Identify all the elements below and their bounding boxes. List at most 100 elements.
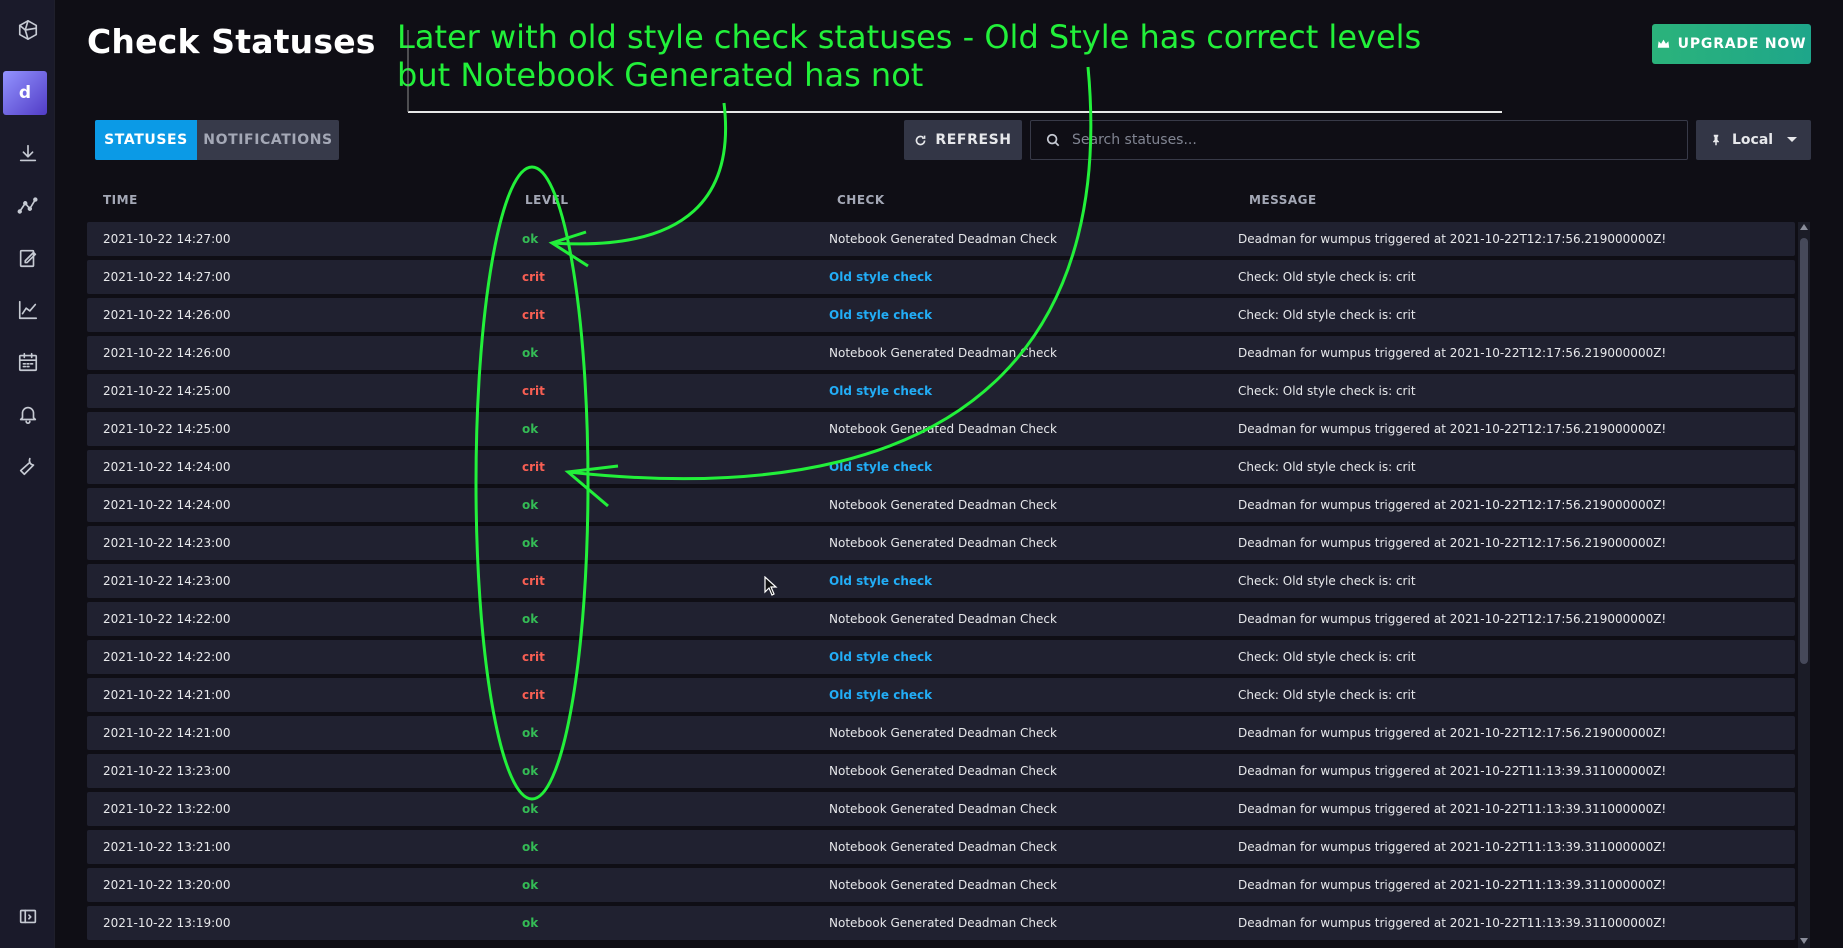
check-link[interactable]: Old style check (829, 270, 932, 284)
status-time: 2021-10-22 14:25:00 (103, 384, 231, 398)
status-message: Deadman for wumpus triggered at 2021-10-… (1238, 802, 1667, 816)
crown-icon (1657, 39, 1669, 48)
status-time: 2021-10-22 14:21:00 (103, 726, 231, 740)
scroll-down-arrow[interactable] (1800, 938, 1808, 944)
status-level: crit (522, 308, 545, 322)
search-icon (1046, 133, 1060, 147)
status-time: 2021-10-22 13:23:00 (103, 764, 231, 778)
status-level: crit (522, 384, 545, 398)
collapse-icon[interactable] (0, 892, 55, 940)
statuses-table: 2021-10-22 14:27:00 ok Notebook Generated … (87, 222, 1795, 948)
table-row: 2021-10-22 14:27:00 crit Old style check Ch… (87, 260, 1795, 294)
table-row: 2021-10-22 14:24:00 crit Old style check Ch… (87, 450, 1795, 484)
search-box (1030, 120, 1688, 160)
check-link[interactable]: Old style check (829, 688, 932, 702)
settings-icon[interactable] (0, 442, 55, 490)
table-row: 2021-10-22 14:26:00 ok Notebook Generated … (87, 336, 1795, 370)
upgrade-label: UPGRADE NOW (1677, 36, 1807, 52)
check-name: Notebook Generated Deadman Check (829, 536, 1057, 550)
status-level: ok (522, 840, 539, 854)
check-link[interactable]: Old style check (829, 308, 932, 322)
check-name: Notebook Generated Deadman Check (829, 422, 1057, 436)
scrollbar[interactable] (1798, 222, 1810, 948)
dashboards-icon[interactable] (0, 286, 55, 334)
annotation-line-1: Later with old style check statuses - Ol… (397, 18, 1422, 56)
tasks-icon[interactable] (0, 338, 55, 386)
chevron-down-icon (1787, 137, 1797, 142)
tab-statuses[interactable]: STATUSES (95, 120, 197, 160)
status-time: 2021-10-22 14:22:00 (103, 612, 231, 626)
check-link[interactable]: Old style check (829, 384, 932, 398)
status-message: Deadman for wumpus triggered at 2021-10-… (1238, 726, 1667, 740)
table-row: 2021-10-22 14:25:00 crit Old style check Ch… (87, 374, 1795, 408)
check-name: Notebook Generated Deadman Check (829, 878, 1057, 892)
load-data-icon[interactable] (0, 130, 55, 178)
status-time: 2021-10-22 14:23:00 (103, 574, 231, 588)
annotation-line-2: but Notebook Generated has not (397, 56, 924, 94)
status-message: Check: Old style check is: crit (1238, 384, 1416, 398)
tab-notifications[interactable]: NOTIFICATIONS (197, 120, 339, 160)
page-title: Check Statuses (87, 22, 376, 61)
status-time: 2021-10-22 14:22:00 (103, 650, 231, 664)
status-level: ok (522, 764, 539, 778)
status-level: ok (522, 802, 539, 816)
check-link[interactable]: Old style check (829, 460, 932, 474)
sidebar: d (0, 0, 55, 948)
status-level: ok (522, 878, 539, 892)
status-message: Deadman for wumpus triggered at 2021-10-… (1238, 612, 1667, 626)
status-message: Deadman for wumpus triggered at 2021-10-… (1238, 232, 1667, 246)
status-message: Check: Old style check is: crit (1238, 688, 1416, 702)
column-header-time[interactable]: TIME (103, 193, 138, 207)
check-link[interactable]: Old style check (829, 574, 932, 588)
status-level: ok (522, 536, 539, 550)
pin-icon (1713, 134, 1719, 146)
notebooks-icon[interactable] (0, 234, 55, 282)
column-header-level[interactable]: LEVEL (525, 193, 568, 207)
check-link[interactable]: Old style check (829, 650, 932, 664)
status-level: ok (522, 916, 539, 930)
status-level: crit (522, 574, 545, 588)
status-level: ok (522, 422, 539, 436)
timezone-label: Local (1732, 132, 1774, 148)
column-header-check[interactable]: CHECK (837, 193, 885, 207)
table-row: 2021-10-22 14:22:00 crit Old style check Ch… (87, 640, 1795, 674)
status-message: Check: Old style check is: crit (1238, 574, 1416, 588)
check-name: Notebook Generated Deadman Check (829, 802, 1057, 816)
upgrade-now-button[interactable]: UPGRADE NOW (1652, 24, 1811, 64)
status-level: crit (522, 270, 545, 284)
refresh-button[interactable]: REFRESH (904, 120, 1022, 160)
refresh-icon (916, 135, 926, 145)
check-name: Notebook Generated Deadman Check (829, 840, 1057, 854)
table-row: 2021-10-22 13:21:00 ok Notebook Generated … (87, 830, 1795, 864)
scroll-thumb[interactable] (1800, 238, 1808, 664)
status-time: 2021-10-22 13:19:00 (103, 916, 231, 930)
column-header-message[interactable]: MESSAGE (1249, 193, 1317, 207)
status-time: 2021-10-22 13:20:00 (103, 878, 231, 892)
table-row: 2021-10-22 14:24:00 ok Notebook Generated … (87, 488, 1795, 522)
logo-icon[interactable] (0, 6, 55, 54)
search-input[interactable] (1072, 132, 1672, 148)
status-message: Check: Old style check is: crit (1238, 460, 1416, 474)
table-row: 2021-10-22 14:22:00 ok Notebook Generated … (87, 602, 1795, 636)
check-name: Notebook Generated Deadman Check (829, 916, 1057, 930)
status-time: 2021-10-22 13:22:00 (103, 802, 231, 816)
scroll-up-arrow[interactable] (1800, 224, 1808, 230)
status-level: ok (522, 346, 539, 360)
check-name: Notebook Generated Deadman Check (829, 726, 1057, 740)
status-level: ok (522, 232, 539, 246)
status-level: ok (522, 726, 539, 740)
data-explorer-icon[interactable] (0, 182, 55, 230)
status-message: Check: Old style check is: crit (1238, 650, 1416, 664)
status-time: 2021-10-22 14:27:00 (103, 232, 231, 246)
status-message: Deadman for wumpus triggered at 2021-10-… (1238, 764, 1667, 778)
table-row: 2021-10-22 13:22:00 ok Notebook Generated … (87, 792, 1795, 826)
status-level: crit (522, 460, 545, 474)
status-message: Deadman for wumpus triggered at 2021-10-… (1238, 498, 1667, 512)
table-row: 2021-10-22 14:26:00 crit Old style check Ch… (87, 298, 1795, 332)
timezone-dropdown[interactable]: Local (1696, 120, 1811, 160)
status-time: 2021-10-22 14:24:00 (103, 460, 231, 474)
org-avatar[interactable]: d (3, 71, 47, 115)
alerts-icon[interactable] (0, 390, 55, 438)
status-time: 2021-10-22 13:21:00 (103, 840, 231, 854)
status-message: Deadman for wumpus triggered at 2021-10-… (1238, 916, 1667, 930)
